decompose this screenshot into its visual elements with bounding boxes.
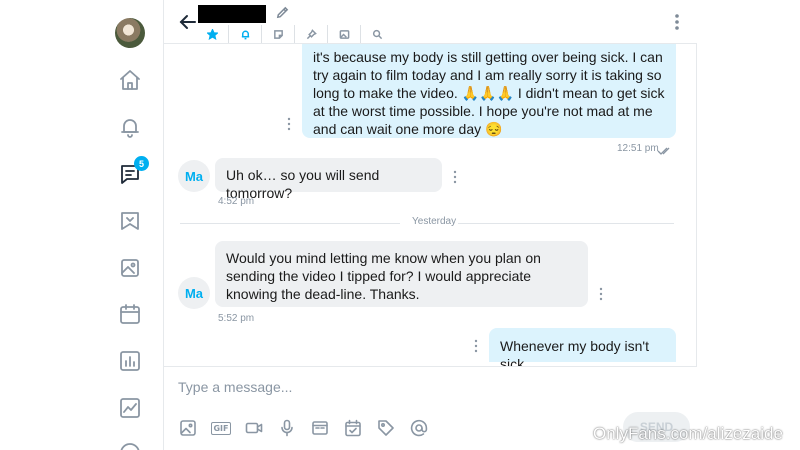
read-receipt-icon — [657, 143, 673, 155]
sender-avatar[interactable]: Ma — [178, 160, 210, 192]
separator-label: Yesterday — [412, 216, 457, 227]
vault-icon[interactable] — [117, 255, 143, 281]
back-arrow-icon[interactable] — [178, 12, 198, 32]
note-icon[interactable] — [262, 25, 295, 43]
growth-icon[interactable] — [117, 395, 143, 421]
bell-icon[interactable] — [117, 114, 143, 140]
unread-messages-badge: 5 — [134, 156, 149, 171]
price-tag-icon[interactable] — [376, 418, 396, 438]
home-icon[interactable] — [117, 67, 143, 93]
more-icon[interactable] — [117, 440, 143, 450]
collections-icon[interactable] — [117, 208, 143, 234]
star-icon[interactable] — [196, 25, 229, 43]
edit-name-icon[interactable] — [275, 5, 291, 21]
outgoing-message-bubble: it's because my body is still getting ov… — [302, 38, 676, 138]
chat-header-toolbar — [196, 25, 394, 43]
separator-line — [180, 223, 400, 224]
watermark: OnlyFans.com/alizezaide — [593, 424, 783, 443]
message-options-icon[interactable] — [598, 287, 604, 301]
chat-more-icon[interactable] — [669, 12, 685, 32]
message-options-icon[interactable] — [286, 117, 292, 131]
outgoing-message-bubble: Whenever my body isn't sick — [489, 328, 676, 372]
redacted-contact-name — [198, 5, 266, 23]
media-image-icon[interactable] — [328, 25, 361, 43]
gif-label: GIF — [211, 421, 231, 435]
message-timestamp: 5:52 pm — [218, 313, 255, 324]
day-separator: Yesterday — [180, 216, 674, 230]
schedule-icon[interactable] — [343, 418, 363, 438]
mention-icon[interactable] — [409, 418, 429, 438]
gif-icon[interactable]: GIF — [211, 418, 231, 438]
nav-rail: 5 — [0, 0, 163, 450]
incoming-message-bubble: Uh ok… so you will send tomorrow? — [215, 158, 442, 201]
video-icon[interactable] — [244, 418, 264, 438]
message-input[interactable] — [178, 377, 678, 397]
notifications-bell-icon[interactable] — [229, 25, 262, 43]
separator-line — [458, 223, 674, 224]
profile-avatar[interactable] — [115, 18, 145, 48]
queue-icon[interactable] — [117, 301, 143, 327]
message-timestamp: 12:51 pm — [617, 143, 659, 154]
chat-header — [164, 0, 697, 44]
chat-panel: it's because my body is still getting ov… — [163, 0, 697, 450]
statistics-icon[interactable] — [117, 348, 143, 374]
message-timestamp: 4:52 pm — [218, 196, 255, 207]
message-options-icon[interactable] — [452, 170, 458, 184]
image-icon[interactable] — [178, 418, 198, 438]
incoming-message-bubble: Would you mind letting me know when you … — [215, 241, 588, 307]
microphone-icon[interactable] — [277, 418, 297, 438]
vault-icon[interactable] — [310, 418, 330, 438]
message-options-icon[interactable] — [473, 339, 479, 353]
search-icon[interactable] — [361, 25, 394, 43]
pin-icon[interactable] — [295, 25, 328, 43]
sender-avatar[interactable]: Ma — [178, 277, 210, 309]
